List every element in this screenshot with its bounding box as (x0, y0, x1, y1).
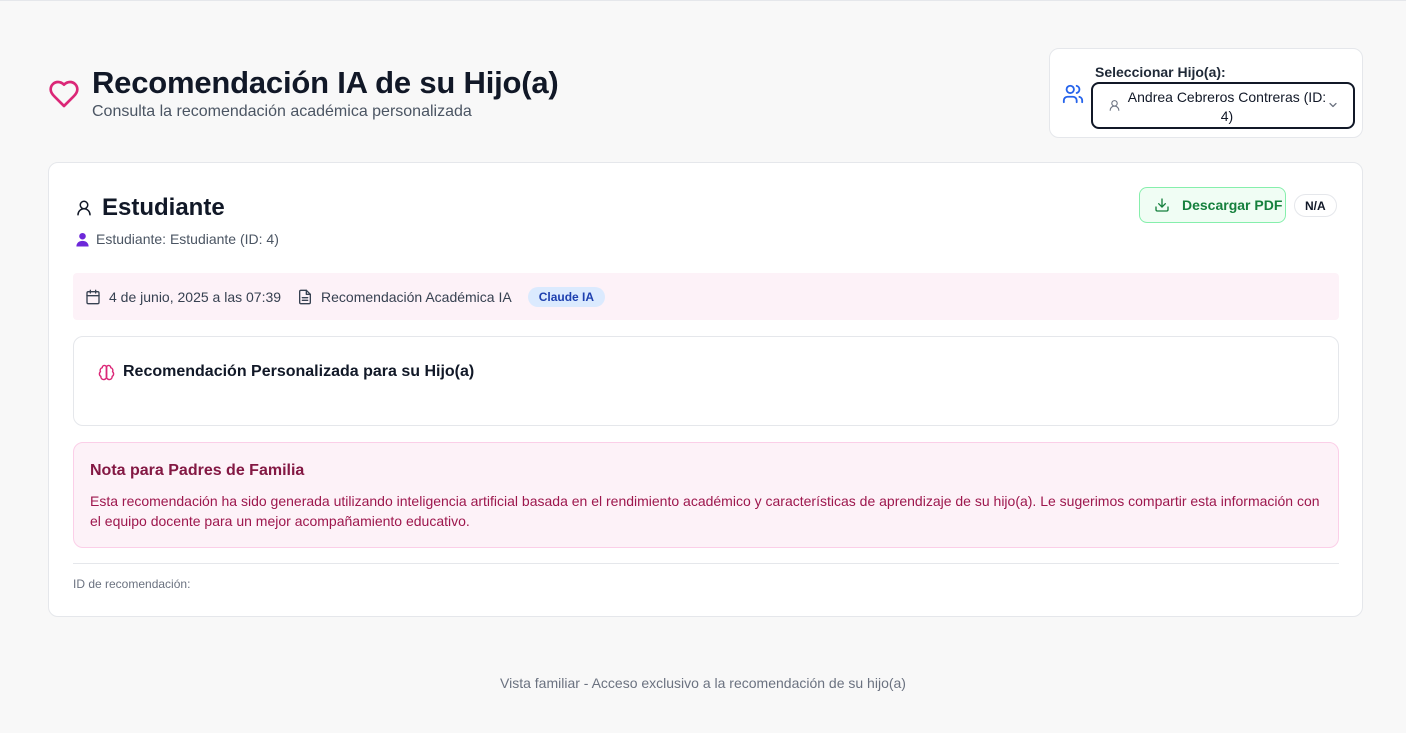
download-pdf-label: Descargar PDF (1182, 197, 1283, 213)
calendar-icon (85, 289, 101, 305)
status-badge: N/A (1294, 194, 1337, 217)
page-title: Recomendación IA de su Hijo(a) (92, 65, 559, 100)
type-info: Recomendación Académica IA (297, 289, 512, 305)
parent-note: Nota para Padres de Familia Esta recomen… (73, 442, 1339, 548)
file-text-icon (297, 289, 313, 305)
page-header: Recomendación IA de su Hijo(a) Consulta … (48, 66, 559, 122)
recommendation-card: Estudiante Estudiante: Estudiante (ID: 4… (48, 162, 1363, 617)
card-divider (73, 563, 1339, 564)
recommendation-id-label: ID de recomendación: (73, 577, 191, 591)
recommendation-header: Recomendación Personalizada para su Hijo… (98, 363, 474, 381)
note-title: Nota para Padres de Familia (90, 462, 305, 479)
child-selector-card: Seleccionar Hijo(a): Andrea Cebreros Con… (1049, 48, 1363, 138)
recommendation-title: Recomendación Personalizada para su Hijo… (123, 363, 475, 380)
selector-label: Seleccionar Hijo(a): (1095, 64, 1226, 80)
recommendation-box: Recomendación Personalizada para su Hijo… (73, 336, 1339, 426)
user-icon (75, 198, 93, 218)
date-text: 4 de junio, 2025 a las 07:39 (109, 288, 282, 305)
date-info: 4 de junio, 2025 a las 07:39 (85, 289, 281, 305)
heart-icon (48, 78, 80, 110)
note-text: Esta recomendación ha sido generada util… (90, 493, 1320, 529)
download-pdf-button[interactable]: Descargar PDF (1139, 187, 1286, 223)
child-select[interactable]: Andrea Cebreros Contreras (ID: 4) (1091, 82, 1355, 129)
ai-badge: Claude IA (527, 286, 606, 307)
page-subtitle: Consulta la recomendación académica pers… (92, 103, 472, 120)
student-meta: Estudiante: Estudiante (ID: 4) (75, 231, 279, 247)
type-text: Recomendación Académica IA (321, 288, 512, 305)
selected-child-value: Andrea Cebreros Contreras (ID: 4) (1127, 89, 1327, 124)
person-icon (1108, 99, 1121, 112)
student-meta-text: Estudiante: Estudiante (ID: 4) (96, 231, 279, 247)
student-header: Estudiante (75, 194, 225, 222)
student-avatar-icon (75, 232, 90, 247)
student-title: Estudiante (102, 194, 225, 221)
info-bar: 4 de junio, 2025 a las 07:39 Recomendaci… (73, 273, 1339, 320)
top-divider (0, 0, 1406, 1)
footer-text: Vista familiar - Acceso exclusivo a la r… (500, 675, 906, 691)
chevron-down-icon (1327, 99, 1339, 111)
users-icon (1062, 83, 1084, 105)
brain-icon (98, 364, 115, 381)
download-icon (1154, 197, 1170, 213)
